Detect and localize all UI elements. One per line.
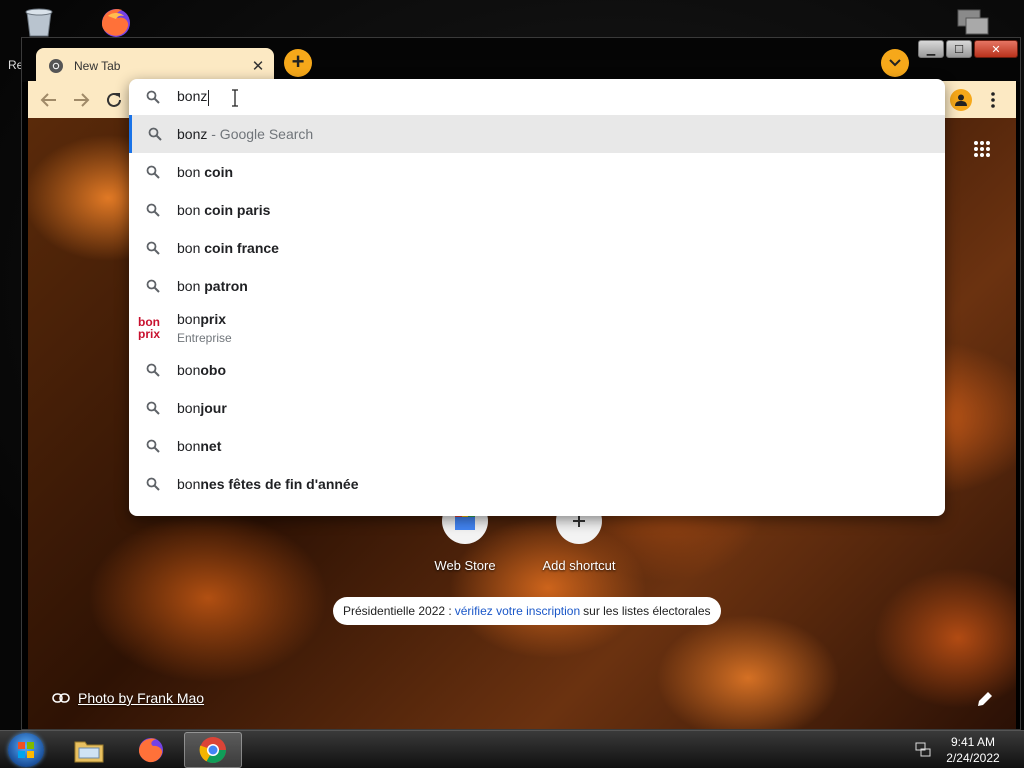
omnibox-input[interactable]: bonz <box>129 79 945 115</box>
arrow-right-icon <box>74 93 90 107</box>
new-tab-button[interactable]: + <box>284 49 312 77</box>
taskbar-clock[interactable]: 9:41 AM 2/24/2022 <box>940 734 1006 766</box>
profile-button[interactable] <box>950 89 972 111</box>
suggestion-text: bonobo <box>177 362 227 378</box>
clock-time: 9:41 AM <box>950 735 996 749</box>
promo-text-before: Présidentielle 2022 : <box>343 604 452 618</box>
suggestion-text: bonprix Entreprise <box>177 311 232 345</box>
suggestion-text: bonnes fêtes de fin d'année <box>177 476 359 492</box>
suggestion-text: bonz - Google Search <box>177 126 314 142</box>
search-icon <box>129 279 177 293</box>
search-icon <box>129 241 177 255</box>
taskbar-explorer[interactable] <box>60 732 118 768</box>
menu-button[interactable] <box>985 89 1001 111</box>
firefox-icon[interactable] <box>94 4 138 38</box>
suggestion-text: bonnet <box>177 438 222 454</box>
reload-icon <box>107 92 121 107</box>
network-tray-icon[interactable] <box>914 741 932 759</box>
search-icon <box>129 439 177 453</box>
search-icon <box>129 90 177 104</box>
promo-banner: Présidentielle 2022 : vérifiez votre ins… <box>333 597 721 625</box>
person-icon <box>955 94 967 106</box>
start-button[interactable] <box>8 733 44 767</box>
link-icon <box>52 693 70 703</box>
recycle-bin-icon[interactable] <box>20 6 58 38</box>
search-icon <box>129 477 177 491</box>
search-icon <box>129 401 177 415</box>
search-icon <box>129 203 177 217</box>
taskbar: 9:41 AM 2/24/2022 <box>0 730 1024 768</box>
shortcut-label: Web Store <box>434 558 496 573</box>
close-window-button[interactable]: ✕ <box>974 40 1018 58</box>
network-icon[interactable] <box>954 8 992 38</box>
search-icon <box>132 127 177 141</box>
window-controls: ▁ ☐ ✕ <box>918 40 1018 58</box>
forward-button[interactable] <box>70 89 92 111</box>
suggestion-text: bon coin france <box>177 240 279 256</box>
suggestion-item[interactable]: bonjour <box>129 389 945 427</box>
promo-link[interactable]: vérifiez votre inscription <box>455 604 580 618</box>
tab-close-button[interactable]: ✕ <box>246 54 270 78</box>
windows-logo-icon <box>18 742 34 758</box>
shortcut-label: Add shortcut <box>542 558 616 573</box>
back-button[interactable] <box>38 89 60 111</box>
omnibox-text[interactable]: bonz <box>177 88 210 106</box>
folder-icon <box>74 741 104 763</box>
minimize-button[interactable]: ▁ <box>918 40 944 58</box>
reload-button[interactable] <box>103 89 125 111</box>
taskbar-chrome[interactable] <box>184 732 242 768</box>
tab-search-button[interactable] <box>881 49 909 77</box>
suggestion-text: bon coin <box>177 164 234 180</box>
photo-credit-link[interactable]: Photo by Frank Mao <box>78 690 204 706</box>
text-caret <box>208 89 210 106</box>
tab-strip: New Tab ✕ + ▁ ☐ ✕ <box>22 38 1020 84</box>
tab-title: New Tab <box>74 59 121 73</box>
maximize-button[interactable]: ☐ <box>946 40 972 58</box>
suggestion-text: bon patron <box>177 278 248 294</box>
suggestion-item[interactable]: bon patron <box>129 267 945 305</box>
bonprix-logo: bon prix <box>129 316 177 340</box>
photo-credit[interactable]: Photo by Frank Mao <box>52 690 204 706</box>
svg-text:prix: prix <box>138 327 160 340</box>
suggestion-item[interactable]: bon coin paris <box>129 191 945 229</box>
customize-pencil-icon[interactable] <box>974 688 996 710</box>
promo-text-after: sur les listes électorales <box>583 604 711 618</box>
suggestion-text: bon coin paris <box>177 202 271 218</box>
apps-grid-icon[interactable] <box>973 140 991 158</box>
search-icon <box>129 165 177 179</box>
omnibox-dropdown: bonz bonz - Google Search bon coin bon coi… <box>129 79 945 516</box>
more-vert-icon <box>991 92 995 108</box>
suggestion-text: bonjour <box>177 400 227 416</box>
search-icon <box>129 363 177 377</box>
suggestion-item[interactable]: bon coin <box>129 153 945 191</box>
suggestion-item[interactable]: bon prix bonprix Entreprise <box>129 305 945 351</box>
chevron-down-icon <box>889 59 901 67</box>
suggestion-item[interactable]: bon coin france <box>129 229 945 267</box>
ibeam-cursor-icon <box>232 89 238 107</box>
clock-date: 2/24/2022 <box>946 751 1000 765</box>
arrow-left-icon <box>40 93 56 107</box>
taskbar-firefox[interactable] <box>122 732 180 768</box>
suggestion-item[interactable]: bonnes fêtes de fin d'année <box>129 465 945 503</box>
suggestion-item[interactable]: bonnet <box>129 427 945 465</box>
chrome-favicon-icon <box>49 59 63 73</box>
suggestion-item[interactable]: bonz - Google Search <box>129 115 945 153</box>
suggestion-list: bonz - Google Search bon coin bon coin par… <box>129 115 945 503</box>
chrome-icon <box>199 737 227 764</box>
firefox-icon <box>139 738 163 763</box>
suggestion-item[interactable]: bonobo <box>129 351 945 389</box>
